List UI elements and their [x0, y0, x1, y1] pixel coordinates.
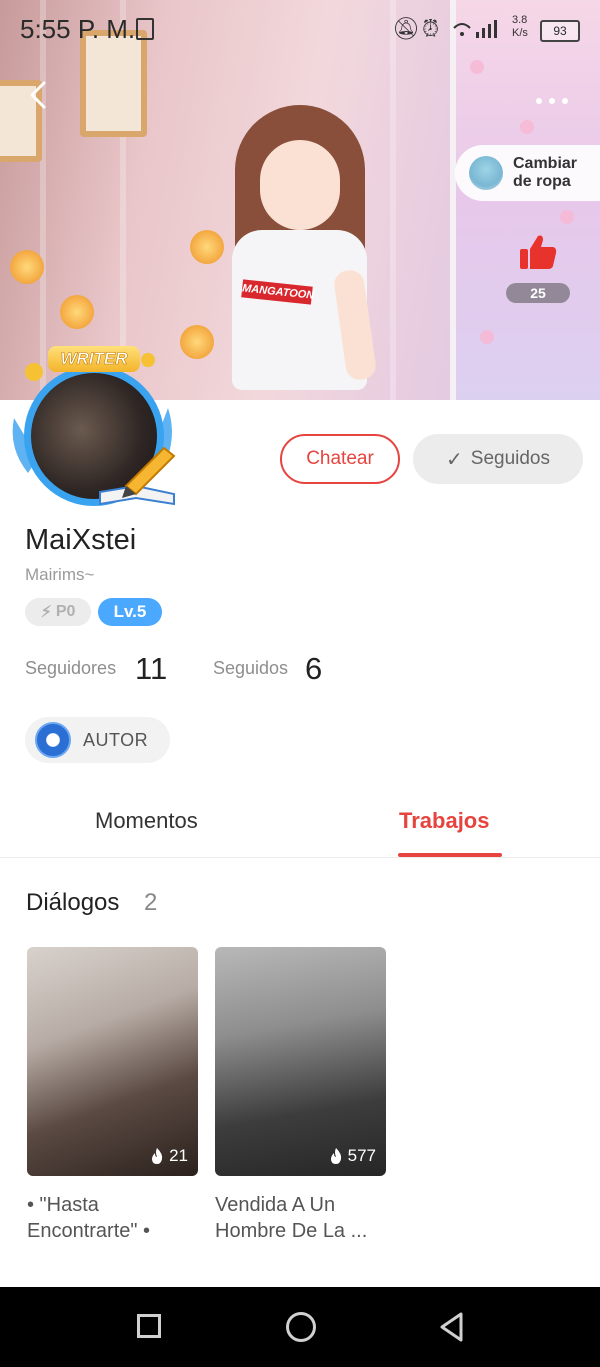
change-outfit-label-line2: de ropa — [513, 173, 571, 190]
character-face — [260, 140, 340, 230]
pen-book-icon — [99, 446, 176, 506]
change-outfit-button[interactable]: Cambiar de ropa — [455, 145, 600, 201]
mute-notification-icon: 🔕︎ — [392, 16, 420, 41]
wall-stripe — [40, 0, 46, 400]
flower — [10, 250, 44, 284]
points-badge-label: P0 — [55, 603, 76, 620]
points-badge: ⚡︎ P0 — [25, 598, 91, 626]
author-role-chip[interactable]: AUTOR — [25, 717, 170, 763]
work-cover[interactable]: 21 — [27, 947, 198, 1176]
views-count: 577 — [329, 1146, 376, 1166]
work-title-line1: Vendida A Un — [215, 1194, 336, 1216]
profile-subname: Mairims~ — [25, 565, 95, 584]
like-count: 25 — [506, 283, 570, 303]
pen-nib-icon — [35, 722, 71, 758]
outfit-avatar-icon — [469, 156, 503, 190]
network-speed: 3.8 K/s — [512, 14, 528, 39]
writer-badge: WRITER — [48, 346, 140, 372]
wall-stripe — [390, 0, 396, 400]
following-button[interactable]: ✓ Seguidos — [413, 434, 583, 484]
views-count: 21 — [150, 1146, 188, 1166]
back-arrow-icon[interactable] — [24, 80, 52, 110]
battery-indicator: 93 — [540, 20, 580, 42]
back-triangle-icon[interactable] — [437, 1311, 467, 1343]
work-cover[interactable]: 577 — [215, 947, 386, 1176]
flower — [60, 295, 94, 329]
work-title-line1: • "Hasta — [27, 1194, 99, 1216]
status-bar: 5:55 P. M. 🔕︎ ⏰︎ 3.8 K/s 93 — [0, 0, 600, 60]
followers-label[interactable]: Seguidores — [25, 658, 116, 679]
sim-icon — [136, 18, 154, 40]
chat-button[interactable]: Chatear — [280, 434, 400, 484]
lightning-icon: ⚡︎ — [40, 604, 52, 621]
author-role-label: AUTOR — [83, 729, 149, 750]
blossom — [520, 120, 534, 134]
level-badge: Lv.5 — [98, 598, 162, 626]
profile-username: MaiXstei — [25, 524, 137, 556]
home-icon[interactable] — [286, 1312, 316, 1342]
following-button-label: Seguidos — [470, 448, 550, 469]
views-count-value: 21 — [169, 1146, 188, 1165]
views-count-value: 577 — [347, 1146, 376, 1165]
alarm-icon: ⏰︎ — [422, 16, 440, 41]
recent-apps-icon[interactable] — [137, 1314, 161, 1338]
followers-count[interactable]: 11 — [135, 651, 167, 687]
work-title[interactable]: • "Hasta Encontrarte" • — [27, 1192, 202, 1244]
signal-icon — [453, 20, 497, 38]
blossom — [560, 210, 574, 224]
section-count: 2 — [144, 889, 158, 916]
thumbs-up-icon[interactable] — [518, 232, 558, 272]
blossom — [480, 330, 494, 344]
flower — [180, 325, 214, 359]
more-options-icon[interactable] — [534, 80, 570, 114]
following-label[interactable]: Seguidos — [213, 658, 288, 679]
divider — [0, 857, 600, 858]
work-title-line2: Hombre De La ... — [215, 1220, 368, 1242]
blossom — [470, 60, 484, 74]
work-title[interactable]: Vendida A Un Hombre De La ... — [215, 1192, 390, 1244]
tab-momentos[interactable]: Momentos — [95, 808, 198, 834]
following-count[interactable]: 6 — [305, 651, 322, 687]
tab-trabajos[interactable]: Trabajos — [399, 808, 489, 834]
flame-icon — [152, 1148, 163, 1164]
section-title: Diálogos — [26, 889, 120, 916]
check-icon: ✓ — [446, 448, 463, 471]
flame-icon — [330, 1148, 341, 1164]
status-time: 5:55 P. M. — [20, 14, 136, 44]
change-outfit-label-line1: Cambiar — [513, 155, 578, 172]
flower — [190, 230, 224, 264]
work-title-line2: Encontrarte" • — [27, 1220, 151, 1242]
